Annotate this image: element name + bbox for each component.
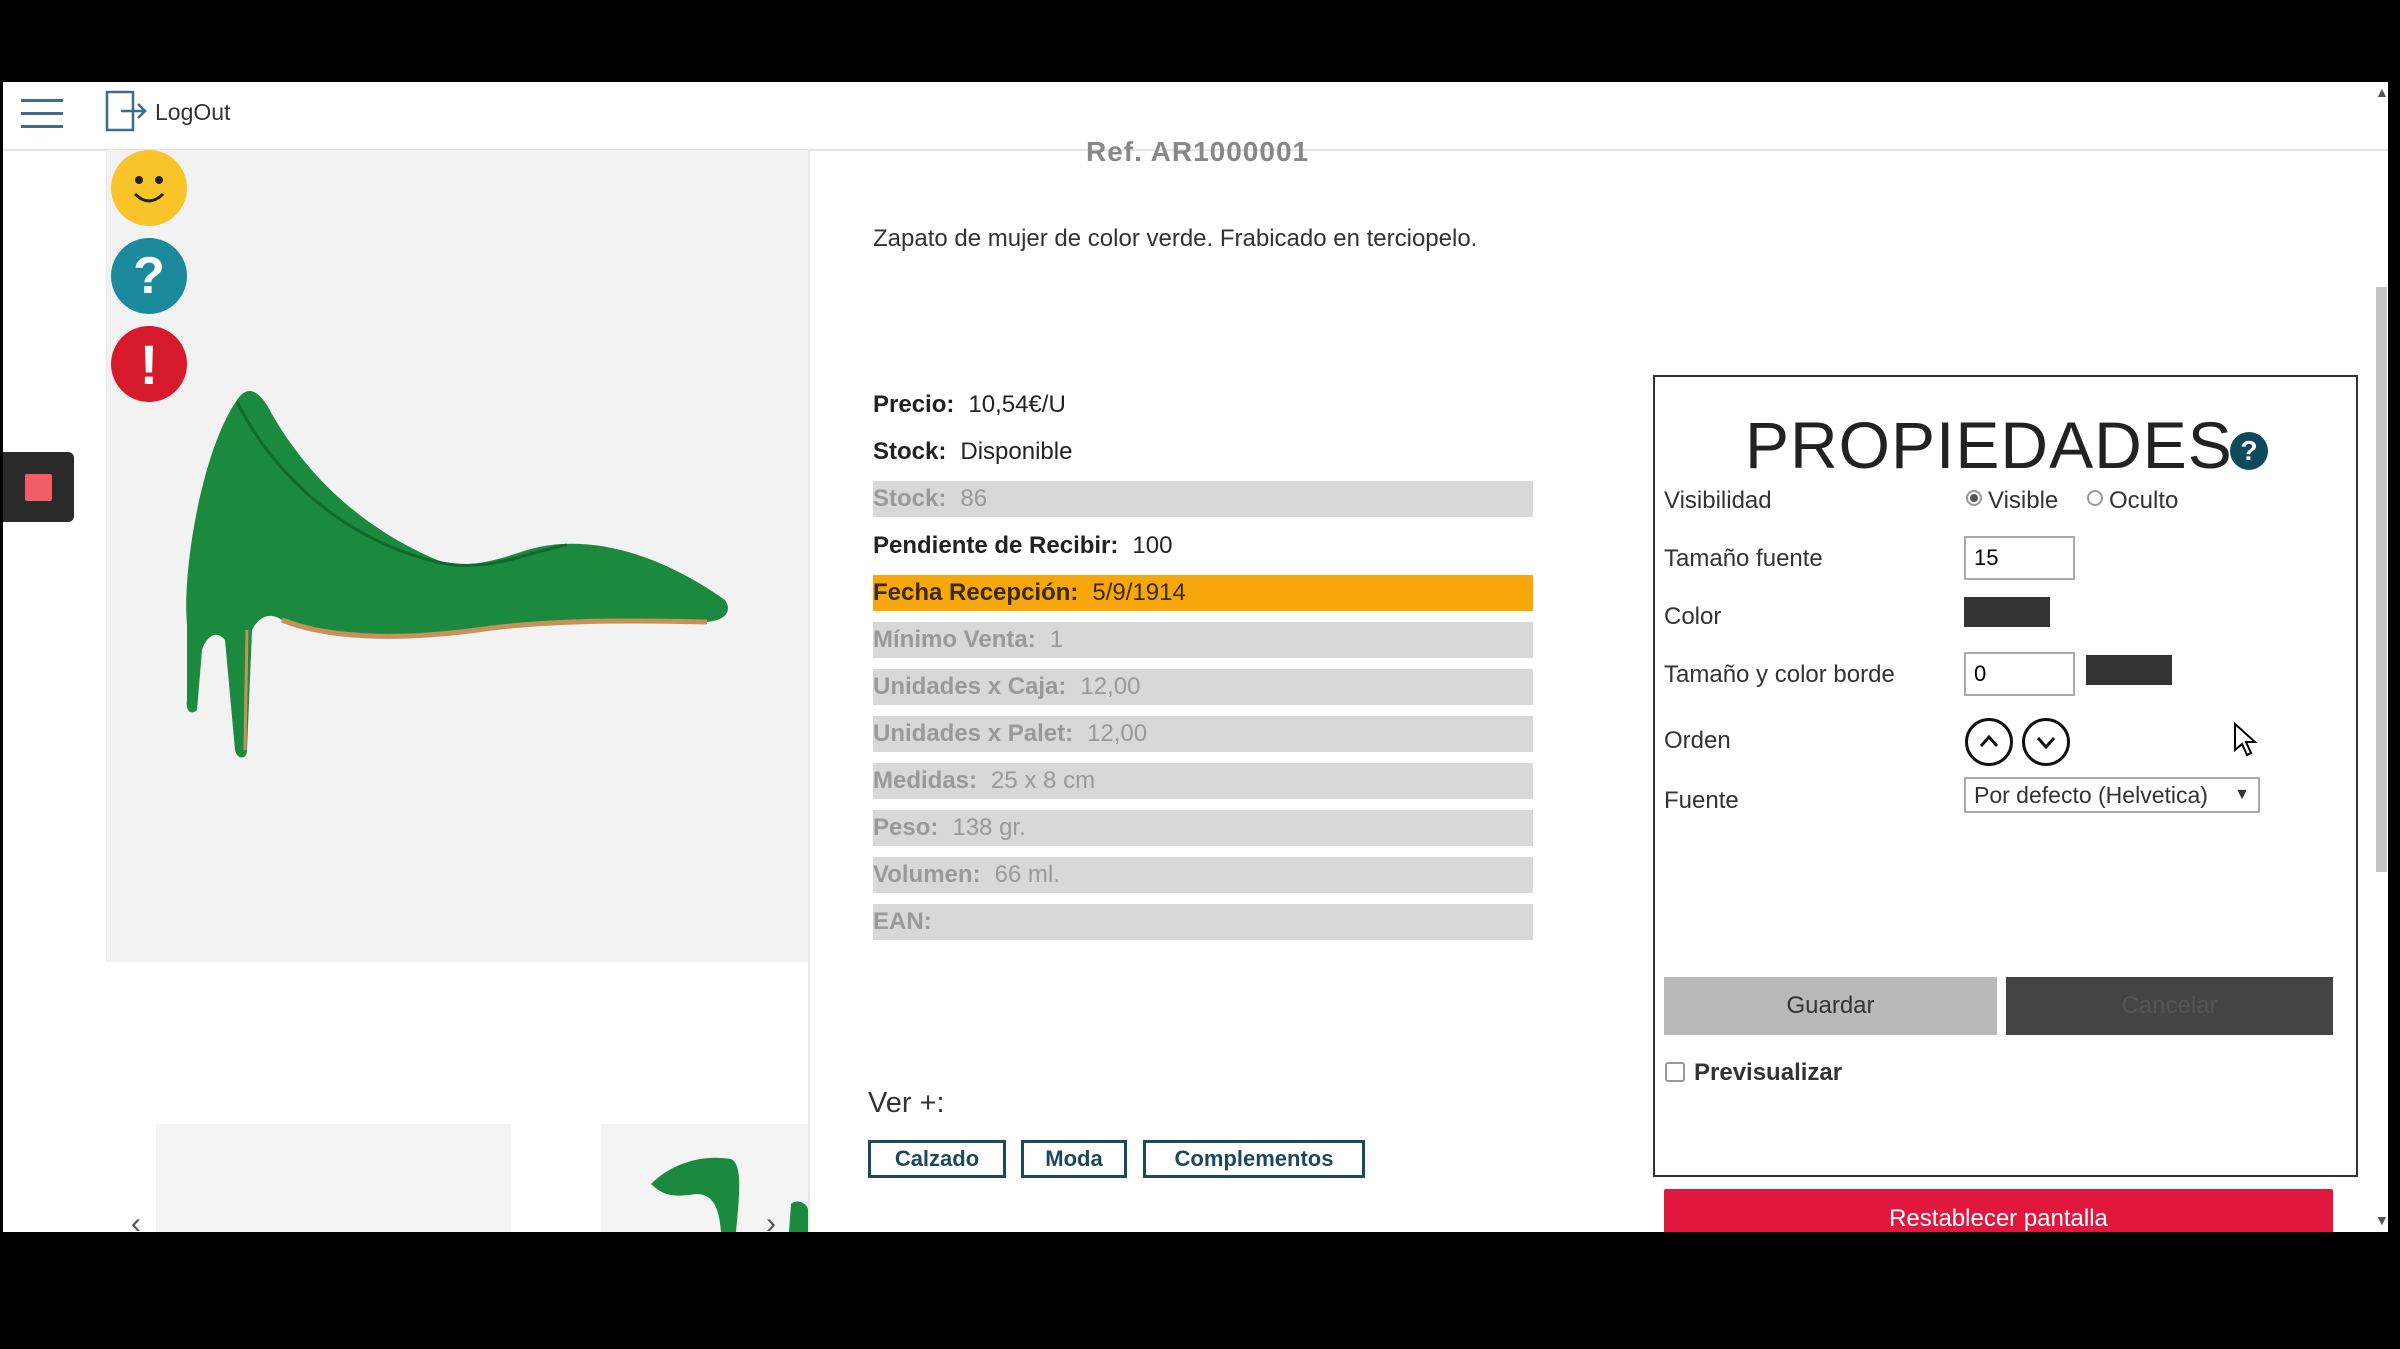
thumbnail[interactable] [601, 1124, 808, 1232]
border-size-input[interactable] [1964, 652, 2075, 696]
font-size-input[interactable] [1964, 536, 2075, 580]
attr-stock-qty: Stock: 86 [873, 481, 1533, 517]
visible-radio[interactable] [1966, 490, 1982, 506]
mouse-cursor-icon [2233, 721, 2259, 763]
color-label: Color [1664, 603, 1722, 630]
attr-stock-status: Stock: Disponible [873, 438, 1073, 465]
attr-dimensions: Medidas: 25 x 8 cm [873, 763, 1533, 799]
tag-calzado[interactable]: Calzado [868, 1140, 1006, 1178]
tag-moda[interactable]: Moda [1021, 1140, 1127, 1178]
order-down-icon[interactable] [2022, 718, 2070, 766]
stop-recording-button[interactable] [3, 452, 74, 522]
font-label: Fuente [1664, 787, 1739, 814]
thumbnail-strip: ‹ › [106, 962, 808, 1232]
logout-label: LogOut [155, 98, 231, 125]
attr-ean: EAN: [873, 904, 1533, 940]
save-button[interactable]: Guardar [1664, 977, 1997, 1035]
hidden-radio[interactable] [2087, 490, 2103, 506]
green-shoe-image [186, 390, 728, 758]
cancel-button[interactable]: Cancelar [2006, 977, 2333, 1035]
app-window: LogOut ‹ › ? ! Ref. AR1000001 Zapato de … [3, 82, 2388, 1232]
see-more-label: Ver +: [868, 1087, 945, 1119]
attr-units-box: Unidades x Caja: 12,00 [873, 669, 1533, 705]
panel-title: PROPIEDADES [1745, 408, 2233, 482]
hamburger-menu-icon[interactable] [21, 97, 63, 131]
font-select[interactable]: Por defecto (Helvetica) ▼ [1964, 777, 2260, 813]
order-label: Orden [1664, 727, 1731, 754]
scroll-up-icon[interactable]: ▲ [2375, 84, 2388, 100]
preview-checkbox[interactable] [1665, 1062, 1685, 1082]
next-arrow-icon[interactable]: › [766, 1207, 776, 1232]
product-ref: Ref. AR1000001 [1086, 136, 1310, 167]
font-select-value: Por defecto (Helvetica) [1974, 782, 2208, 808]
stop-icon [25, 473, 52, 501]
alert-icon[interactable]: ! [111, 326, 187, 402]
logout-icon [105, 90, 147, 132]
attr-min-sale: Mínimo Venta: 1 [873, 622, 1533, 658]
vertical-scrollbar[interactable]: ▲ ▼ [2373, 82, 2388, 1232]
attr-units-pallet: Unidades x Palet: 12,00 [873, 716, 1533, 752]
column-divider [808, 150, 810, 1232]
tag-complementos[interactable]: Complementos [1143, 1140, 1365, 1178]
attr-reception-date: Fecha Recepción: 5/9/1914 [873, 575, 1533, 611]
attr-pending: Pendiente de Recibir: 100 [873, 532, 1173, 559]
preview-label: Previsualizar [1694, 1059, 1843, 1086]
help-icon[interactable]: ? [2230, 432, 2268, 470]
properties-panel: PROPIEDADES ? Visibilidad Visible Oculto… [1653, 375, 2358, 1232]
attr-price: Precio: 10,54€/U [873, 391, 1066, 418]
logout-button[interactable]: LogOut [103, 87, 230, 137]
prev-arrow-icon[interactable]: ‹ [131, 1207, 141, 1232]
attr-volume: Volumen: 66 ml. [873, 857, 1533, 893]
green-shoe-thumbnail [651, 1157, 808, 1232]
smile-icon[interactable] [111, 150, 187, 226]
border-label: Tamaño y color borde [1664, 661, 1895, 688]
visible-radio-label: Visible [1988, 487, 2059, 514]
product-description: Zapato de mujer de color verde. Frabicad… [873, 225, 1478, 252]
attr-weight: Peso: 138 gr. [873, 810, 1533, 846]
dropdown-arrow-icon: ▼ [2234, 786, 2250, 803]
feedback-icons: ? ! [111, 150, 191, 414]
thumbnail[interactable] [156, 1124, 511, 1232]
font-size-label: Tamaño fuente [1664, 545, 1823, 572]
order-up-icon[interactable] [1965, 718, 2013, 766]
visibility-label: Visibilidad [1664, 487, 1772, 514]
help-icon[interactable]: ? [111, 238, 187, 314]
color-swatch[interactable] [1964, 597, 2050, 627]
scroll-thumb[interactable] [2376, 287, 2387, 872]
reset-screen-button[interactable]: Restablecer pantalla [1664, 1189, 2333, 1232]
hidden-radio-label: Oculto [2109, 487, 2179, 514]
border-color-swatch[interactable] [2086, 655, 2172, 685]
scroll-down-icon[interactable]: ▼ [2375, 1212, 2388, 1228]
product-image [106, 150, 809, 962]
